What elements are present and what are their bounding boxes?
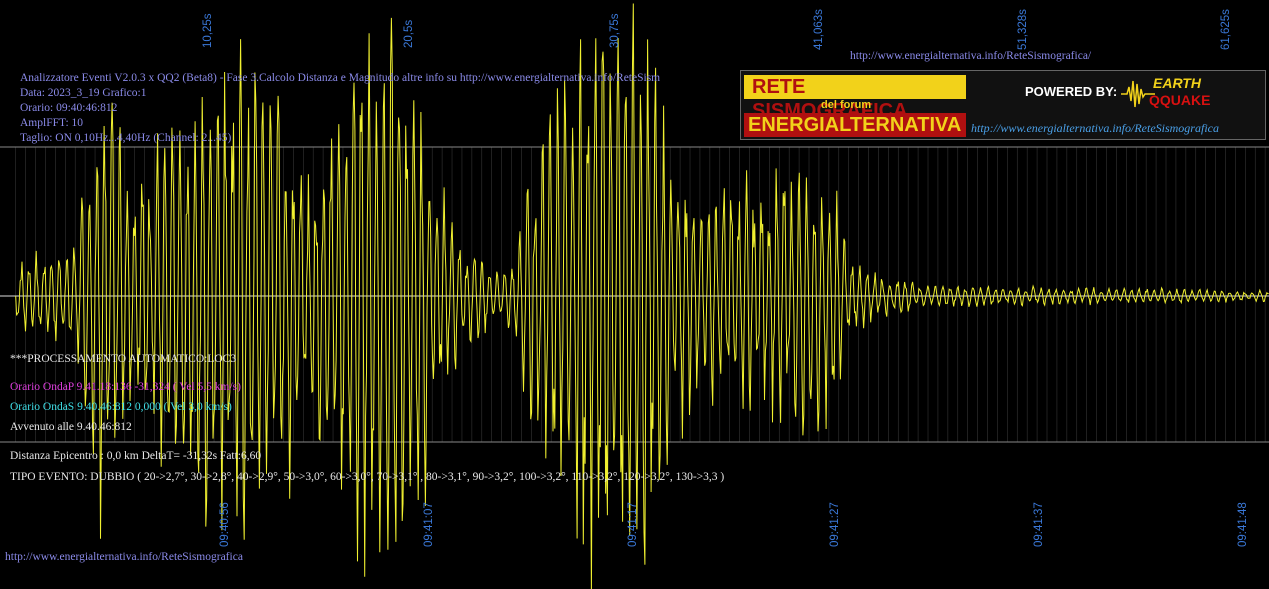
banner-del-forum: del forum <box>821 99 872 111</box>
banner-url[interactable]: http://www.energialternativa.info/ReteSi… <box>971 121 1219 136</box>
rete-sismografica-banner[interactable]: RETE SISMOGRAFICA del forum ENERGIALTERN… <box>740 70 1266 140</box>
banner-energialternativa: ENERGIALTERNATIVA <box>744 113 966 137</box>
title-line: Analizzatore Eventi V2.0.3 x QQ2 (Beta8)… <box>20 72 661 84</box>
time-tick-0: 09:40:56 <box>219 502 231 547</box>
seconds-tick-1: 20,5s <box>403 19 415 48</box>
onda-s: Orario OndaS 9.40.46:812 0,000 ( Vel 3,0… <box>10 401 232 413</box>
taglio-line: Taglio: ON 0,10Hz...4,40Hz (Channel: 2..… <box>20 132 232 144</box>
url-footer[interactable]: http://www.energialternativa.info/ReteSi… <box>5 551 243 563</box>
seconds-tick-0: 10,25s <box>202 13 214 48</box>
banner-powered-by: POWERED BY: <box>1025 84 1118 99</box>
gridlines <box>15 147 1266 442</box>
seconds-tick-5: 61,625s <box>1220 9 1232 50</box>
time-tick-2: 09:41:17 <box>627 502 639 547</box>
url-top[interactable]: http://www.energialternativa.info/ReteSi… <box>850 50 1091 62</box>
seconds-tick-3: 41,063s <box>813 9 825 50</box>
tipo-evento: TIPO EVENTO: DUBBIO ( 20->2,7°, 30->2,8°… <box>10 471 725 483</box>
processing-auto: ***PROCESSAMENTO AUTOMATICO:LOC3 <box>10 353 237 365</box>
data-line: Data: 2023_3_19 Grafico:1 <box>20 87 147 99</box>
orario-line: Orario: 09:40:46:812 <box>20 102 118 114</box>
banner-earth: EARTH <box>1153 75 1201 91</box>
time-tick-4: 09:41:37 <box>1033 502 1045 547</box>
time-tick-3: 09:41:27 <box>829 502 841 547</box>
avvenuto: Avvenuto alle 9.40.46:812 <box>10 421 132 433</box>
seconds-tick-4: 51,328s <box>1017 9 1029 50</box>
ampl-line: AmplFFT: 10 <box>20 117 84 129</box>
onda-p: Orario OndaP 9.41.18:136 -31,324 ( Vel 5… <box>10 381 241 393</box>
banner-rete: RETE SISMOGRAFICA <box>744 75 966 122</box>
time-tick-5: 09:41:48 <box>1237 502 1249 547</box>
banner-quake: QQUAKE <box>1149 92 1211 108</box>
seconds-tick-2: 30,75s <box>609 13 621 48</box>
distanza: Distanza Epicentro : 0,0 km DeltaT= -31,… <box>10 450 262 462</box>
time-tick-1: 09:41:07 <box>423 502 435 547</box>
